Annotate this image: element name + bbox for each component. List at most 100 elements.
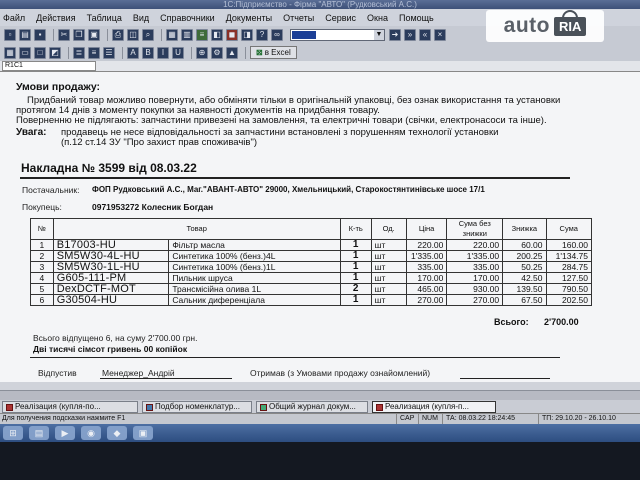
help-icon[interactable]: ? (256, 29, 268, 41)
table-row[interactable]: 5 DexDCTF-MOT Трансмісійна олива 1L 2 шт… (30, 283, 592, 295)
item-price: 1'335.00 (405, 250, 448, 262)
search-clear-icon[interactable]: × (434, 29, 446, 41)
column-header: Товар (52, 218, 341, 240)
align-right-icon[interactable]: ☰ (103, 46, 115, 59)
sheet-scroll-strip[interactable] (0, 382, 640, 390)
row-number: 4 (30, 272, 54, 284)
item-sum: 1'134.75 (545, 250, 592, 262)
item-sum: 790.50 (545, 283, 592, 295)
italic-icon[interactable]: I (157, 46, 169, 59)
table-row[interactable]: 1 B17003-HU Фільтр масла 1 шт 220.00 220… (30, 239, 592, 251)
merge-icon[interactable]: ▭ (19, 46, 31, 59)
item-sum-nodisc: 220.00 (446, 239, 504, 251)
window-tab[interactable]: Общий журнал докум... (256, 401, 368, 413)
item-price: 220.00 (405, 239, 448, 251)
item-sum-nodisc: 1'335.00 (446, 250, 504, 262)
document-icon (376, 403, 383, 411)
item-code: SM5W30-4L-HU (52, 250, 170, 262)
folder-icon[interactable]: ▣ (133, 426, 153, 440)
released-by: Менеджер_Андрій (102, 368, 175, 378)
table-row[interactable]: 6 G30504-HU Сальник диференціала 1 шт 27… (30, 294, 592, 306)
calculator-icon[interactable]: ▦ (166, 29, 178, 41)
item-sum: 127.50 (545, 272, 592, 284)
search-next-icon[interactable]: » (404, 29, 416, 41)
item-unit: шт (370, 283, 407, 295)
menu-file[interactable]: Файл (3, 13, 25, 23)
underline-icon[interactable]: U (172, 46, 184, 59)
report-icon[interactable]: ◨ (241, 29, 253, 41)
start-icon[interactable]: ⊞ (3, 426, 23, 440)
status-bar: Для получения подсказки нажмите F1 CAP N… (0, 413, 640, 424)
search-combo[interactable]: ▼ (290, 29, 385, 41)
menu-service[interactable]: Сервис (325, 13, 356, 23)
preview-icon[interactable]: ◫ (127, 29, 139, 41)
find-icon[interactable]: ⌕ (142, 29, 154, 41)
app-1c-icon[interactable]: ◆ (107, 426, 127, 440)
new-document-icon[interactable]: ▫ (4, 29, 16, 41)
item-sum-nodisc: 335.00 (446, 261, 504, 273)
export-excel-label: в Excel (264, 48, 291, 57)
border-icon[interactable]: □ (34, 46, 46, 59)
item-unit: шт (370, 272, 407, 284)
menu-view[interactable]: Вид (133, 13, 149, 23)
menu-documents[interactable]: Документы (226, 13, 272, 23)
os-taskbar: ⊞ ▤ ▶ ◉ ◆ ▣ (0, 424, 640, 442)
zoom-icon[interactable]: ⊕ (196, 46, 208, 59)
table-row[interactable]: 4 G605-111-PM Пильник шруса 1 шт 170.00 … (30, 272, 592, 284)
grid-icon[interactable]: ▦ (4, 46, 16, 59)
table-row[interactable]: 2 SM5W30-4L-HU Синтетика 100% (бенз.)4L … (30, 250, 592, 262)
align-center-icon[interactable]: ≡ (88, 46, 100, 59)
item-discount: 60.00 (502, 239, 547, 251)
open-icon[interactable]: ▤ (19, 29, 31, 41)
signature-line (100, 378, 232, 379)
align-left-icon[interactable]: ≣ (73, 46, 85, 59)
catalog-icon[interactable]: ◧ (211, 29, 223, 41)
supplier-value: ФОП Рудковський А.С., Маг."АВАНТ-АВТО" 2… (92, 185, 485, 194)
bold-icon[interactable]: B (142, 46, 154, 59)
print-icon[interactable]: ⎙ (112, 29, 124, 41)
chevron-down-icon[interactable]: ▼ (374, 30, 384, 40)
row-number: 1 (30, 239, 54, 251)
save-icon[interactable]: ▪ (34, 29, 46, 41)
menu-windows[interactable]: Окна (367, 13, 388, 23)
column-header: Од. (370, 218, 407, 240)
media-icon[interactable]: ▶ (55, 426, 75, 440)
lock-icon[interactable]: ▲ (226, 46, 238, 59)
fill-icon[interactable]: ◩ (49, 46, 61, 59)
item-discount: 42.50 (502, 272, 547, 284)
window-tab[interactable]: Подбор номенклатур... (142, 401, 252, 413)
table-row[interactable]: 3 SM5W30-1L-HU Синтетика 100% (бенз.)1L … (30, 261, 592, 273)
menu-references[interactable]: Справочники (160, 13, 215, 23)
journal-icon[interactable]: ≡ (196, 29, 208, 41)
explorer-icon[interactable]: ▤ (29, 426, 49, 440)
item-code: B17003-HU (52, 239, 170, 251)
item-code: DexDCTF-MOT (52, 283, 170, 295)
cut-icon[interactable]: ✂ (58, 29, 70, 41)
menu-help[interactable]: Помощь (399, 13, 434, 23)
settings-icon[interactable]: ⚙ (211, 46, 223, 59)
window-tab[interactable]: Реалізация (купля-по... (2, 401, 138, 413)
menu-table[interactable]: Таблица (87, 13, 122, 23)
item-qty: 1 (339, 272, 372, 284)
browser-icon[interactable]: ◉ (81, 426, 101, 440)
binoculars-icon[interactable]: ∞ (271, 29, 283, 41)
search-prev-icon[interactable]: « (419, 29, 431, 41)
export-excel-button[interactable]: ⊠ в Excel (250, 46, 297, 59)
paste-icon[interactable]: ▣ (88, 29, 100, 41)
document-icon[interactable]: ◼ (226, 29, 238, 41)
status-hint: Для получения подсказки нажмите F1 (2, 415, 126, 422)
toolbar-separator (122, 46, 123, 59)
item-sum-nodisc: 170.00 (446, 272, 504, 284)
window-tab-active[interactable]: Реализация (купля-п... (372, 401, 496, 413)
status-cap: CAP (396, 414, 418, 424)
font-icon[interactable]: A (127, 46, 139, 59)
copy-icon[interactable]: ❐ (73, 29, 85, 41)
cell-reference-field[interactable]: R1C1 (2, 61, 96, 71)
menu-actions[interactable]: Действия (36, 13, 75, 23)
menu-reports[interactable]: Отчеты (283, 13, 314, 23)
invoice-title: Накладна № 3599 від 08.03.22 (21, 161, 197, 175)
total-value: 2'700.00 (544, 317, 579, 327)
column-header: К-ть (339, 218, 372, 240)
calendar-icon[interactable]: ▥ (181, 29, 193, 41)
search-go-icon[interactable]: ➜ (389, 29, 401, 41)
